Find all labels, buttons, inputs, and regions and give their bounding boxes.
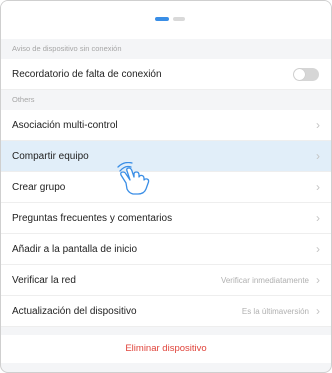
device-settings-panel: Aviso de dispositivo sin conexión Record…	[0, 0, 332, 373]
multi-control-row[interactable]: Asociación multi-control ›	[1, 110, 331, 141]
faq-feedback-row[interactable]: Preguntas frecuentes y comentarios ›	[1, 203, 331, 234]
chevron-right-icon: ›	[316, 180, 320, 194]
chevron-right-icon: ›	[316, 242, 320, 256]
chevron-right-icon: ›	[316, 149, 320, 163]
chevron-right-icon: ›	[316, 273, 320, 287]
device-update-row[interactable]: Actualización del dispositivo Es la últi…	[1, 296, 331, 327]
offline-reminder-row: Recordatorio de falta de conexión	[1, 59, 331, 90]
chevron-right-icon: ›	[316, 118, 320, 132]
chevron-right-icon: ›	[316, 304, 320, 318]
check-network-value: Verificar inmediatamente	[220, 276, 309, 285]
chevron-right-icon: ›	[316, 211, 320, 225]
share-device-label: Compartir equipo	[12, 151, 89, 162]
create-group-label: Crear grupo	[12, 182, 66, 193]
device-update-label: Actualización del dispositivo	[12, 306, 137, 317]
others-section-header: Others	[1, 90, 331, 110]
offline-reminder-toggle[interactable]	[293, 68, 319, 81]
add-to-home-label: Añadir a la pantalla de inicio	[12, 244, 138, 255]
section-gap	[1, 327, 331, 335]
add-to-home-row[interactable]: Añadir a la pantalla de inicio ›	[1, 234, 331, 265]
share-device-row[interactable]: Compartir equipo ›	[1, 141, 331, 172]
offline-reminder-label: Recordatorio de falta de conexión	[12, 69, 162, 80]
toggle-knob	[294, 69, 305, 80]
multi-control-label: Asociación multi-control	[12, 120, 118, 131]
page-indicator	[155, 17, 185, 21]
page-indicator-dot-active[interactable]	[155, 17, 169, 21]
delete-device-button[interactable]: Eliminar dispositivo	[1, 335, 331, 363]
create-group-row[interactable]: Crear grupo ›	[1, 172, 331, 203]
check-network-row[interactable]: Verificar la red Verificar inmediatament…	[1, 265, 331, 296]
check-network-label: Verificar la red	[12, 275, 76, 286]
offline-section-header: Aviso de dispositivo sin conexión	[1, 39, 331, 59]
device-update-value: Es la últimaversión	[241, 307, 309, 316]
faq-feedback-label: Preguntas frecuentes y comentarios	[12, 213, 173, 224]
top-bar	[1, 1, 331, 39]
hand-pointer-icon	[117, 162, 150, 195]
page-indicator-dot[interactable]	[173, 17, 185, 21]
